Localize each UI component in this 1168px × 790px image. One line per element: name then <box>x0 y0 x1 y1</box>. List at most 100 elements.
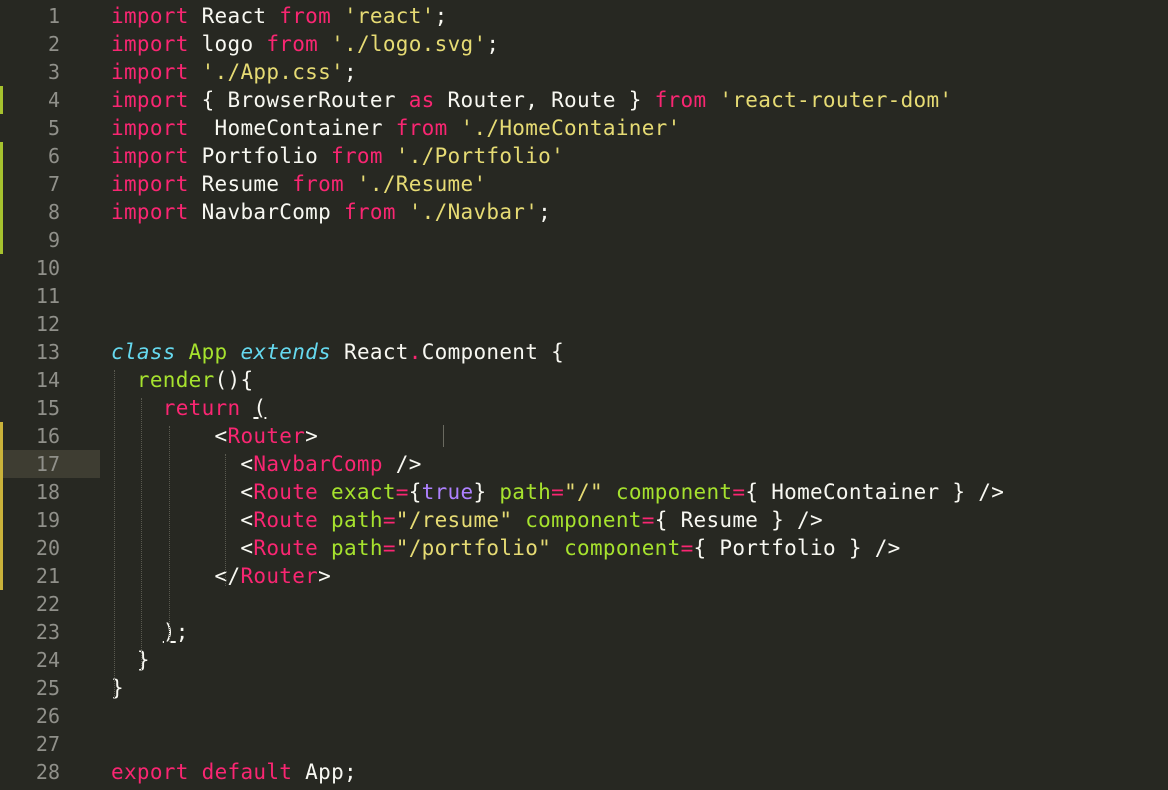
code-line[interactable]: 5 import HomeContainer from './HomeContai… <box>0 114 1168 142</box>
code-line[interactable]: 11 <box>0 282 1168 310</box>
line-number: 23 <box>35 620 60 644</box>
code-token: React <box>331 340 409 364</box>
code-token: export <box>111 760 189 784</box>
code-token: Resume <box>188 172 293 196</box>
code-token: Router <box>227 424 306 448</box>
code-token: Route <box>253 536 319 560</box>
code-line[interactable]: 7 import Resume from './Resume' <box>0 170 1168 198</box>
code-line[interactable]: 15 return ( <box>0 394 1168 422</box>
line-number: 2 <box>47 32 60 56</box>
code-token: /> <box>382 452 422 476</box>
code-line[interactable]: 13 class App extends React.Component { <box>0 338 1168 366</box>
code-token: import <box>111 88 189 112</box>
code-text: import Portfolio from './Portfolio' <box>111 142 564 170</box>
code-token: class <box>111 340 176 364</box>
code-token: from <box>331 144 383 168</box>
code-token: logo <box>188 32 267 56</box>
line-number: 15 <box>35 396 60 420</box>
code-line[interactable]: 18 <Route exact={true} path="/" componen… <box>0 478 1168 506</box>
code-token: { <box>408 480 422 504</box>
code-token: < <box>111 508 254 532</box>
line-number: 8 <box>47 200 60 224</box>
code-token: './Portfolio' <box>395 144 565 168</box>
code-text: <Router> <box>111 422 318 450</box>
code-token: path <box>331 536 383 560</box>
line-number: 13 <box>35 340 60 364</box>
code-token: { BrowserRouter <box>188 88 409 112</box>
code-token: './logo.svg' <box>331 32 487 56</box>
code-token: './Resume' <box>356 172 487 196</box>
line-number: 14 <box>35 368 60 392</box>
code-text: import Resume from './Resume' <box>111 170 486 198</box>
code-token: import <box>111 60 189 84</box>
code-token: = <box>732 480 746 504</box>
code-line[interactable]: 17 <NavbarComp /> <box>0 450 1168 478</box>
code-token: < <box>111 480 254 504</box>
code-token: App <box>188 340 228 364</box>
code-line[interactable]: 28 export default App; <box>0 758 1168 786</box>
code-line[interactable]: 9 <box>0 226 1168 254</box>
code-token: import <box>111 116 189 140</box>
code-token: 'react-router-dom' <box>719 88 953 112</box>
code-token: < <box>111 452 254 476</box>
code-token: { Portfolio } /> <box>693 536 901 560</box>
code-token: ; <box>175 620 189 644</box>
code-token: Route <box>253 508 319 532</box>
code-token: } <box>473 480 500 504</box>
code-line[interactable]: 10 <box>0 254 1168 282</box>
line-number: 24 <box>35 648 60 672</box>
code-line[interactable]: 27 <box>0 730 1168 758</box>
code-token: HomeContainer <box>188 116 396 140</box>
code-line[interactable]: 4 import { BrowserRouter as Router, Route… <box>0 86 1168 114</box>
code-line[interactable]: 8 import NavbarComp from './Navbar'; <box>0 198 1168 226</box>
code-line[interactable]: 26 <box>0 702 1168 730</box>
code-line[interactable]: 23 ); <box>0 618 1168 646</box>
code-line[interactable]: 14 render(){ <box>0 366 1168 394</box>
code-text: import logo from './logo.svg'; <box>111 30 499 58</box>
code-token: from <box>279 4 332 28</box>
line-number: 20 <box>35 536 60 560</box>
code-token: import <box>111 144 189 168</box>
code-token: return <box>162 396 241 420</box>
code-text: <Route exact={true} path="/" component={… <box>111 478 1004 506</box>
code-token: exact <box>331 480 396 504</box>
code-token: path <box>499 480 552 504</box>
line-number: 9 <box>47 228 60 252</box>
code-line[interactable]: 3 import './App.css'; <box>0 58 1168 86</box>
code-token: </ <box>111 564 241 588</box>
code-line[interactable]: 2 import logo from './logo.svg'; <box>0 30 1168 58</box>
line-number: 1 <box>47 4 60 28</box>
code-line[interactable]: 6 import Portfolio from './Portfolio' <box>0 142 1168 170</box>
code-line[interactable]: 21 </Router> <box>0 562 1168 590</box>
code-token: Component { <box>421 340 565 364</box>
code-text: import React from 'react'; <box>111 2 448 30</box>
code-line[interactable]: 12 <box>0 310 1168 338</box>
code-text: } <box>111 674 124 702</box>
code-token: import <box>111 32 189 56</box>
code-line[interactable]: 24 } <box>0 646 1168 674</box>
code-token: = <box>641 508 655 532</box>
line-number: 5 <box>47 116 60 140</box>
line-number: 25 <box>35 676 60 700</box>
code-line[interactable]: 19 <Route path="/resume" component={ Res… <box>0 506 1168 534</box>
code-line[interactable]: 20 <Route path="/portfolio" component={ … <box>0 534 1168 562</box>
code-token: NavbarComp <box>188 200 344 224</box>
code-token: ; <box>344 60 357 84</box>
code-line[interactable]: 22 <box>0 590 1168 618</box>
code-token: from <box>292 172 344 196</box>
code-token: default <box>201 760 293 784</box>
code-line[interactable]: 1 import React from 'react'; <box>0 2 1168 30</box>
code-token: "/resume" <box>395 508 513 532</box>
code-editor[interactable]: 1 import React from 'react'; 2 import logo … <box>0 0 1168 790</box>
line-number: 10 <box>35 256 60 280</box>
code-line[interactable]: 25} <box>0 674 1168 702</box>
code-token: 'react' <box>344 4 435 28</box>
code-line[interactable]: 16 <Router> <box>0 422 1168 450</box>
